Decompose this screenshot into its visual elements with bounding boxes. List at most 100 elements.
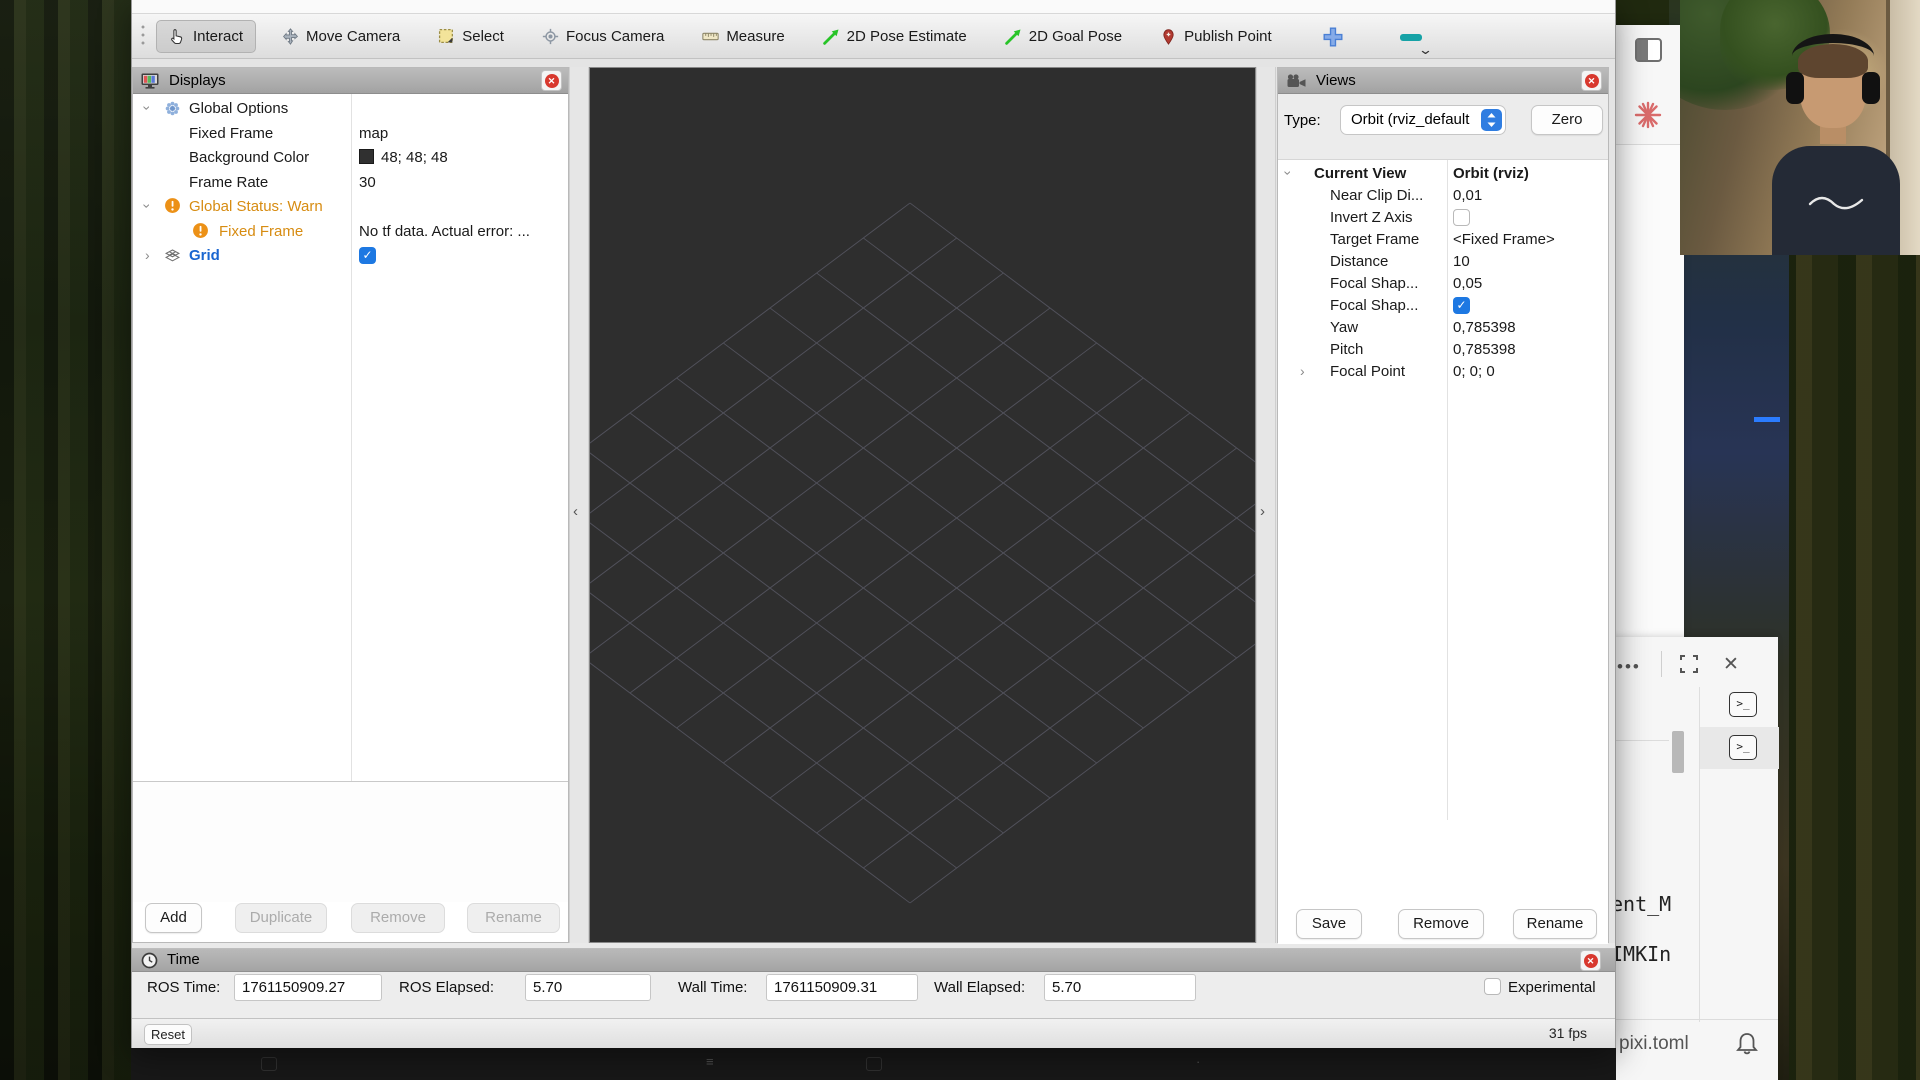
3d-viewport[interactable] [589, 67, 1256, 943]
view-type-dropdown[interactable]: Orbit (rviz_default [1340, 105, 1506, 135]
tree-row-background-color[interactable]: Background Color 48; 48; 48 [133, 146, 568, 171]
tree-value[interactable]: 30 [359, 174, 564, 191]
person-torso [1772, 146, 1900, 255]
tree-value[interactable]: 0; 0; 0 [1453, 363, 1603, 380]
tool-measure[interactable]: Measure [690, 21, 796, 52]
dock-ghost-icon[interactable] [261, 1057, 277, 1071]
close-icon[interactable]: ✕ [1723, 653, 1739, 676]
tool-2d-pose-estimate[interactable]: 2D Pose Estimate [811, 21, 979, 52]
tree-value[interactable]: map [359, 125, 564, 142]
chevron-down-icon[interactable]: › [139, 204, 155, 209]
ros-elapsed-input[interactable] [525, 974, 651, 1001]
terminal-icon[interactable]: >_ [1729, 735, 1757, 760]
ros-time-input[interactable] [234, 974, 382, 1001]
close-panel-button[interactable]: ✕ [1581, 70, 1602, 91]
tree-value[interactable]: 0,785398 [1453, 319, 1603, 336]
zero-button[interactable]: Zero [1531, 105, 1603, 135]
green-arrow-icon [1005, 28, 1022, 45]
dock-ghost-icon[interactable]: ≡ [706, 1054, 714, 1069]
tree-row-fixed-frame[interactable]: Fixed Frame map [133, 122, 568, 147]
chevron-right-icon[interactable]: › [145, 247, 150, 263]
remove-display-button[interactable]: Remove [351, 903, 445, 933]
time-panel-header[interactable]: Time ✕ [132, 949, 1615, 972]
close-icon: ✕ [1585, 74, 1599, 88]
dock-ghost-icon[interactable] [866, 1057, 882, 1071]
tree-label: Focal Shap... [1330, 297, 1418, 314]
tool-2d-goal-pose[interactable]: 2D Goal Pose [993, 21, 1134, 52]
tree-row-distance[interactable]: Distance 10 [1278, 251, 1608, 273]
tool-focus-camera[interactable]: Focus Camera [530, 21, 676, 52]
tree-row-near-clip[interactable]: Near Clip Di... 0,01 [1278, 185, 1608, 207]
tree-value[interactable]: 48; 48; 48 [359, 149, 564, 166]
wall-elapsed-input[interactable] [1044, 974, 1196, 1001]
tree-label: Fixed Frame [189, 125, 273, 142]
tree-value[interactable]: <Fixed Frame> [1453, 231, 1603, 248]
headphones-earcup [1862, 72, 1880, 104]
tree-value[interactable]: 0,01 [1453, 187, 1603, 204]
dock-ghost-icon[interactable]: · [1196, 1054, 1200, 1069]
tree-row-yaw[interactable]: Yaw 0,785398 [1278, 317, 1608, 339]
tree-row-focal-point[interactable]: › Focal Point 0; 0; 0 [1278, 361, 1608, 383]
close-panel-button[interactable]: ✕ [541, 70, 562, 91]
tree-row-focal-shape-fixed[interactable]: Focal Shap... ✓ [1278, 295, 1608, 317]
fullscreen-icon[interactable] [1679, 654, 1699, 679]
grid-enabled-checkbox[interactable]: ✓ [359, 247, 376, 264]
remove-view-button[interactable]: Remove [1398, 909, 1484, 939]
close-panel-button[interactable]: ✕ [1580, 950, 1601, 971]
toolbar-drag-handle[interactable] [140, 23, 146, 49]
sidebar-toggle-icon[interactable] [1635, 38, 1662, 62]
reset-button[interactable]: Reset [144, 1024, 192, 1045]
right-splitter[interactable]: › [1256, 67, 1276, 943]
views-panel-header[interactable]: Views ✕ [1278, 68, 1608, 94]
duplicate-display-button[interactable]: Duplicate [235, 903, 327, 933]
focal-shape-checkbox[interactable]: ✓ [1453, 297, 1470, 314]
tool-label: Publish Point [1184, 28, 1272, 45]
wall-time-input[interactable] [766, 974, 918, 1001]
move-arrows-icon [282, 28, 299, 45]
more-icon[interactable]: ••• [1617, 657, 1641, 677]
left-splitter[interactable]: ‹ [569, 67, 589, 943]
tree-value[interactable]: 0,785398 [1453, 341, 1603, 358]
collapse-left-icon[interactable]: ‹ [573, 503, 578, 520]
bell-icon[interactable] [1735, 1031, 1759, 1062]
tool-select[interactable]: Select [426, 21, 516, 52]
tool-interact[interactable]: Interact [156, 20, 256, 53]
chevron-right-icon[interactable]: › [1300, 363, 1305, 379]
tree-row-invert-z-axis[interactable]: Invert Z Axis [1278, 207, 1608, 229]
tree-row-focal-shape-size[interactable]: Focal Shap... 0,05 [1278, 273, 1608, 295]
collapse-right-icon[interactable]: › [1260, 503, 1265, 520]
tree-row-global-status[interactable]: › Global Status: Warn [133, 195, 568, 220]
status-file-label[interactable]: pixi.toml [1619, 1033, 1689, 1055]
tree-row-frame-rate[interactable]: Frame Rate 30 [133, 171, 568, 196]
add-display-button[interactable]: Add [145, 903, 202, 933]
chevron-down-icon[interactable]: ⌄ [1418, 42, 1433, 58]
headphones-earcup [1786, 72, 1804, 104]
tree-row-current-view[interactable]: › Current View Orbit (rviz) [1278, 163, 1608, 185]
editor-window: ••• ✕ >_ >_ ent_M IMKIn pixi.toml [1608, 637, 1778, 1080]
tool-label: Move Camera [306, 28, 400, 45]
displays-panel-header[interactable]: Displays ✕ [133, 68, 568, 94]
tree-row-grid[interactable]: › Grid ✓ [133, 244, 568, 269]
tree-row-pitch[interactable]: Pitch 0,785398 [1278, 339, 1608, 361]
tree-row-global-options[interactable]: › Global Options [133, 97, 568, 122]
chevron-down-icon[interactable]: › [1280, 171, 1296, 176]
rename-display-button[interactable]: Rename [467, 903, 560, 933]
tree-row-target-frame[interactable]: Target Frame <Fixed Frame> [1278, 229, 1608, 251]
tree-row-fixed-frame-warning[interactable]: Fixed Frame No tf data. Actual error: ..… [133, 220, 568, 245]
add-tool-button[interactable] [1322, 26, 1344, 48]
chevron-down-icon[interactable]: › [139, 106, 155, 111]
displays-panel: Displays ✕ › Global Options F [132, 67, 569, 943]
rename-view-button[interactable]: Rename [1513, 909, 1597, 939]
tree-value[interactable]: 10 [1453, 253, 1603, 270]
color-swatch [359, 149, 374, 164]
tool-move-camera[interactable]: Move Camera [270, 21, 412, 52]
tree-value[interactable]: 0,05 [1453, 275, 1603, 292]
invert-z-checkbox[interactable] [1453, 209, 1470, 226]
terminal-icon[interactable]: >_ [1729, 692, 1757, 717]
tool-publish-point[interactable]: Publish Point [1148, 21, 1284, 52]
save-view-button[interactable]: Save [1296, 909, 1362, 939]
remove-tool-button[interactable] [1400, 34, 1422, 41]
experimental-checkbox[interactable] [1484, 978, 1501, 995]
interact-hand-icon [169, 28, 186, 45]
scrollbar-thumb[interactable] [1672, 731, 1684, 773]
